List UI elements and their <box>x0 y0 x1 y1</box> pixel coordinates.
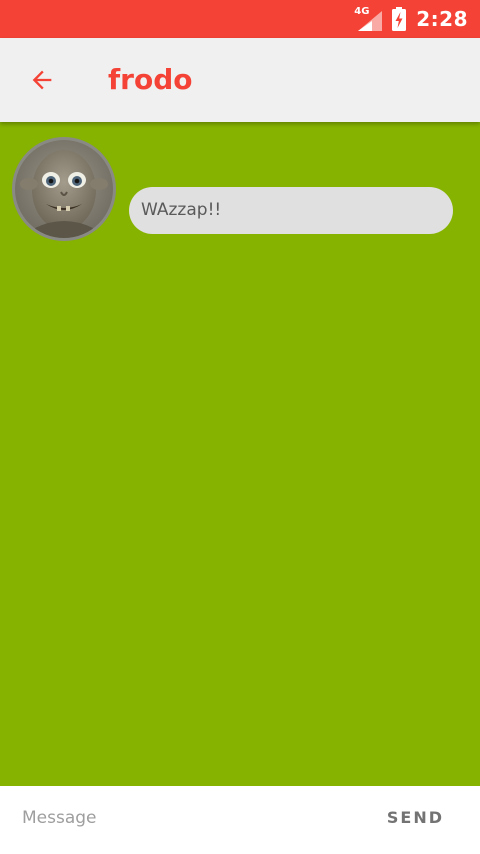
message-bubble[interactable]: WAzzap!! <box>129 187 453 234</box>
send-button[interactable]: SEND <box>387 798 444 838</box>
avatar[interactable] <box>12 137 116 241</box>
message-list[interactable]: WAzzap!! <box>0 122 480 786</box>
message-input[interactable] <box>10 798 330 838</box>
network-indicator: 4G <box>354 7 383 31</box>
conversation-title: frodo <box>108 63 193 96</box>
signal-icon <box>358 11 383 31</box>
clock: 2:28 <box>416 7 468 31</box>
battery-charging-icon <box>392 7 407 31</box>
chat-screen: 4G 2:28 frodo WAzzap!! Message SEND <box>0 0 480 854</box>
app-bar: frodo <box>0 38 480 122</box>
arrow-left-icon <box>32 70 52 90</box>
avatar-photo <box>15 140 113 238</box>
message-composer: SEND <box>0 786 480 854</box>
status-bar: 4G 2:28 <box>0 0 480 38</box>
status-icons: 4G 2:28 <box>354 0 468 38</box>
back-button[interactable] <box>22 60 62 100</box>
